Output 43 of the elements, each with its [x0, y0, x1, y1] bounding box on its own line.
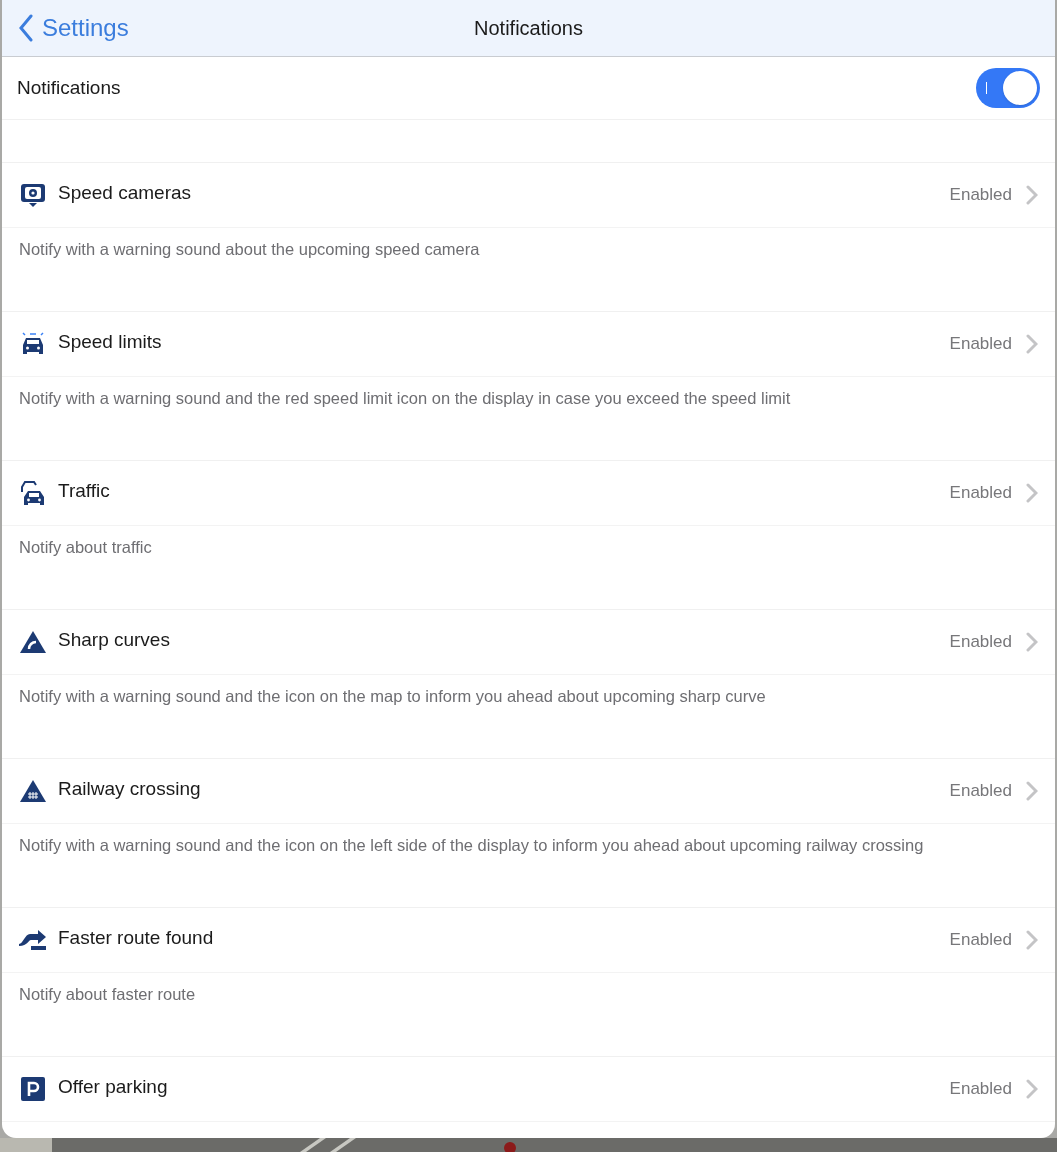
setting-description: Notify with a warning sound and the icon on the left side of the display to inform you ahead about upcoming railway crossing — [19, 836, 924, 854]
setting-status: Enabled — [949, 1078, 1012, 1101]
chevron-right-icon — [1026, 334, 1038, 354]
setting-title: Speed limits — [58, 329, 162, 354]
setting-title: Traffic — [58, 478, 110, 503]
notification-setting-row[interactable]: Offer parking Enabled — [2, 1057, 1055, 1122]
notifications-toggle[interactable] — [976, 68, 1040, 108]
cars-icon — [19, 479, 47, 507]
chevron-right-icon — [1026, 632, 1038, 652]
screen-title: Notifications — [474, 16, 583, 41]
notification-setting-row[interactable]: Sharp curves Enabled — [2, 610, 1055, 675]
setting-title: Railway crossing — [58, 776, 201, 801]
notification-setting-row[interactable]: Speed limits Enabled — [2, 312, 1055, 377]
setting-status: Enabled — [949, 482, 1012, 505]
back-button[interactable]: Settings — [2, 10, 129, 46]
setting-status: Enabled — [949, 780, 1012, 803]
setting-title: Faster route found — [58, 925, 214, 950]
parking-icon — [19, 1075, 47, 1103]
setting-title: Sharp curves — [58, 627, 170, 652]
setting-description: Notify about faster route — [19, 985, 196, 1003]
notification-setting-row[interactable]: Speed cameras Enabled — [2, 163, 1055, 228]
chevron-right-icon — [1026, 185, 1038, 205]
camera-icon — [19, 181, 47, 209]
notification-setting-row[interactable]: Traffic Enabled — [2, 461, 1055, 526]
route-arrow-icon — [19, 930, 47, 950]
setting-description: Notify with a warning sound and the icon on the map to inform you ahead about upcoming sharp curve — [19, 687, 766, 705]
setting-description: Notify with a warning sound about the upcoming speed camera — [19, 240, 480, 258]
chevron-right-icon — [1026, 483, 1038, 503]
notification-setting-row[interactable]: Faster route found Enabled — [2, 908, 1055, 973]
notifications-label: Notifications — [17, 75, 121, 100]
chevron-right-icon — [1026, 930, 1038, 950]
setting-status: Enabled — [949, 631, 1012, 654]
notification-setting-row[interactable]: Railway crossing Enabled — [2, 759, 1055, 824]
back-chevron-icon — [18, 14, 34, 42]
setting-description: Notify about traffic — [19, 538, 152, 556]
setting-title: Offer parking — [58, 1074, 168, 1099]
setting-status: Enabled — [949, 929, 1012, 952]
chevron-right-icon — [1026, 781, 1038, 801]
setting-title: Speed cameras — [58, 180, 192, 205]
chevron-right-icon — [1026, 1079, 1038, 1099]
setting-status: Enabled — [949, 184, 1012, 207]
setting-description: Notify with a warning sound and the red speed limit icon on the display in case you exceed the speed limit — [19, 389, 791, 407]
setting-status: Enabled — [949, 333, 1012, 356]
